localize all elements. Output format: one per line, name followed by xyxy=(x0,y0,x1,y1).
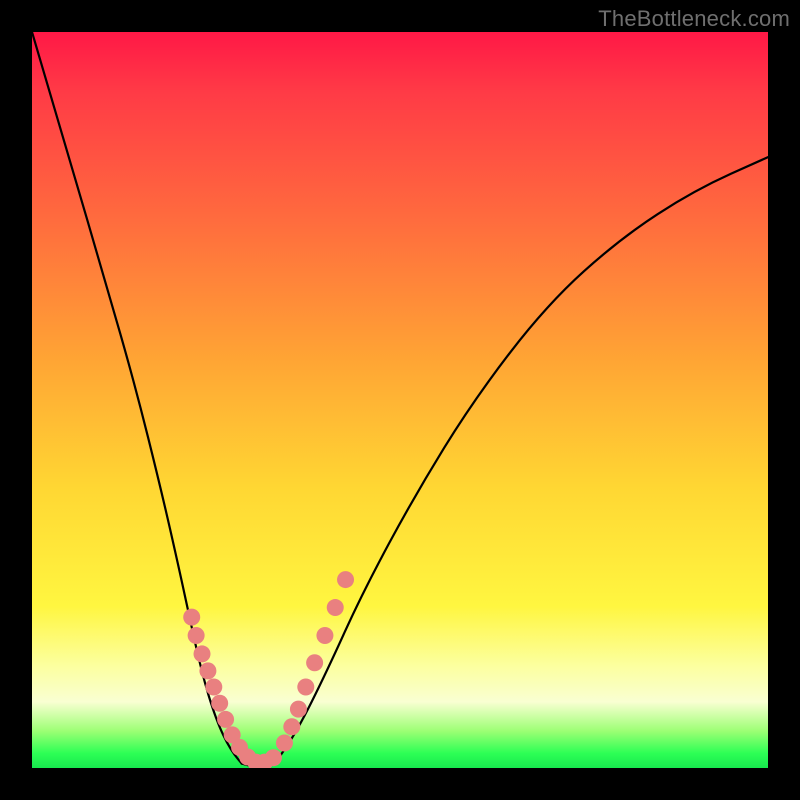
right-curve-path xyxy=(275,157,768,763)
marker-dot xyxy=(199,662,216,679)
marker-dot xyxy=(276,734,293,751)
marker-dot xyxy=(188,627,205,644)
marker-dot xyxy=(194,645,211,662)
marker-dot xyxy=(337,571,354,588)
marker-dot xyxy=(205,679,222,696)
outer-frame: TheBottleneck.com xyxy=(0,0,800,800)
marker-dot xyxy=(306,654,323,671)
watermark-text: TheBottleneck.com xyxy=(598,6,790,32)
gradient-plot-area xyxy=(32,32,768,768)
marker-dot xyxy=(290,701,307,718)
marker-dot xyxy=(211,695,228,712)
marker-dot xyxy=(283,718,300,735)
marker-dot xyxy=(183,609,200,626)
marker-dot xyxy=(297,679,314,696)
marker-dot xyxy=(316,627,333,644)
chart-svg xyxy=(32,32,768,768)
marker-dot xyxy=(327,599,344,616)
curve-group xyxy=(32,32,768,767)
marker-dot xyxy=(217,711,234,728)
marker-dot xyxy=(265,749,282,766)
